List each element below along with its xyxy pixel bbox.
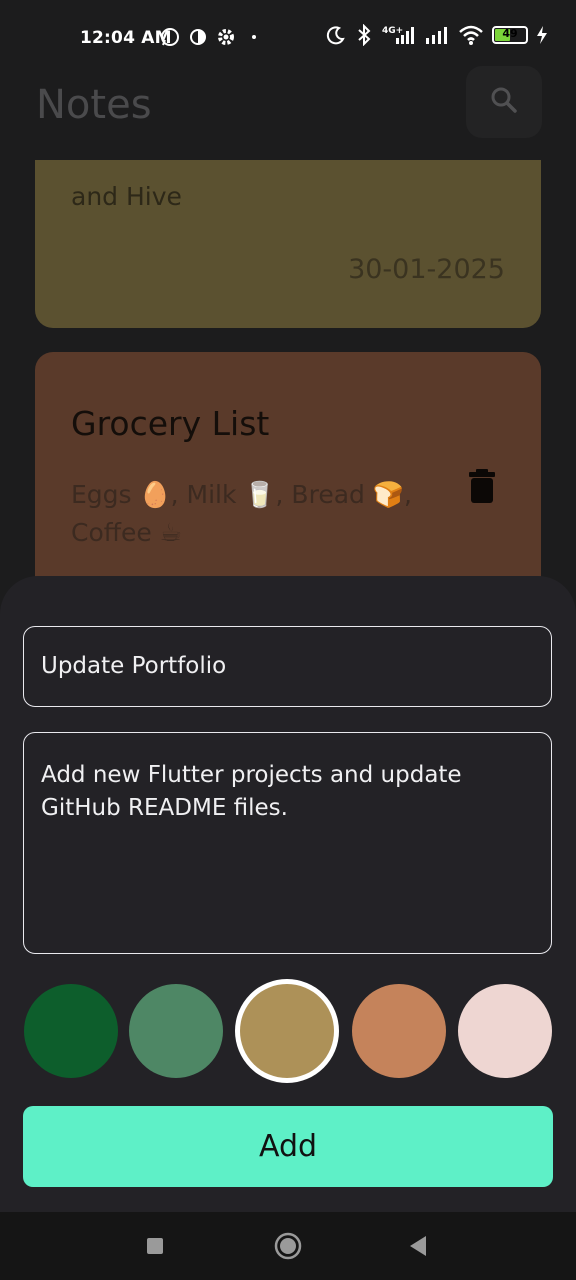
bluetooth-icon (354, 24, 374, 46)
network-label: 4G+ (382, 26, 403, 36)
whatsapp-icon (160, 26, 180, 48)
color-swatch-sage[interactable] (129, 984, 223, 1078)
page-title: Notes (36, 82, 152, 128)
title-input[interactable]: Update Portfolio (23, 626, 552, 707)
color-swatch-gold[interactable] (240, 984, 334, 1078)
note-card[interactable]: and Hive 30-01-2025 (35, 160, 541, 328)
note-date: 30-01-2025 (348, 254, 505, 285)
add-button[interactable]: Add (23, 1106, 553, 1187)
settings-gear-icon (216, 26, 236, 48)
status-bar: 12:04 AM 4G+ 49 (0, 0, 576, 76)
note-body: Eggs 🥚, Milk 🥛, Bread 🍞, Coffee ☕ (71, 480, 412, 547)
note-body: and Hive (71, 182, 182, 211)
search-icon (490, 86, 518, 118)
battery-level: 49 (502, 27, 518, 40)
content-input[interactable]: Add new Flutter projects and update GitH… (23, 732, 552, 954)
color-swatch-dark-green[interactable] (24, 984, 118, 1078)
screen: 12:04 AM 4G+ 49 Notes and Hive 30-01-202… (0, 0, 576, 1280)
charging-icon (536, 24, 548, 46)
wifi-icon (458, 24, 484, 46)
triangle-back-icon[interactable] (408, 1235, 428, 1261)
note-title: Grocery List (71, 404, 270, 443)
status-right-icons: 4G+ 49 (326, 24, 548, 46)
status-time: 12:04 AM (80, 28, 172, 48)
circle-home-icon[interactable] (274, 1232, 302, 1264)
color-swatch-terracotta[interactable] (352, 984, 446, 1078)
add-note-sheet: Update Portfolio Add new Flutter project… (0, 576, 576, 1212)
signal-icon (424, 24, 450, 46)
navigation-bar (0, 1212, 576, 1280)
dot-icon (244, 26, 264, 48)
search-button[interactable] (466, 66, 542, 138)
status-left-icons (160, 26, 264, 48)
app-circle-icon (188, 26, 208, 48)
signal-4g-icon: 4G+ (382, 24, 416, 46)
moon-icon (326, 24, 346, 46)
trash-icon[interactable] (469, 468, 495, 504)
square-recent-icon[interactable] (146, 1237, 164, 1259)
battery-icon: 49 (492, 26, 528, 44)
color-swatch-pink[interactable] (458, 984, 552, 1078)
